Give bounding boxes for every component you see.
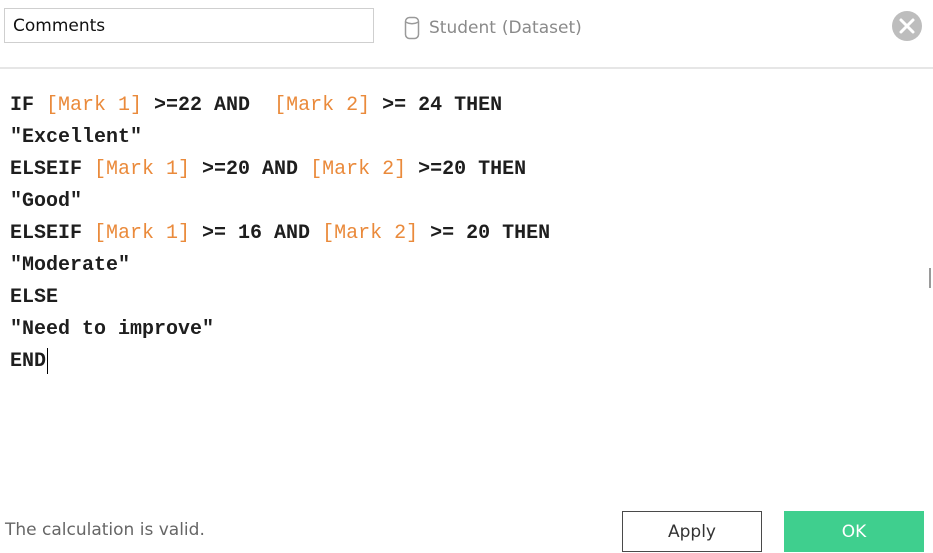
formula-text: >= 24 THEN [370, 94, 503, 117]
formula-line[interactable]: "Need to improve" [10, 314, 910, 346]
formula-text: >=20 AND [190, 158, 311, 181]
close-icon[interactable] [891, 10, 923, 42]
field-reference: [Mark 1] [46, 94, 143, 117]
formula-text: ELSEIF [10, 222, 95, 245]
datasource-label: Student (Dataset) [404, 14, 582, 42]
formula-text: "Need to improve" [10, 318, 215, 341]
formula-text: >= 16 AND [190, 222, 323, 245]
field-reference: [Mark 2] [310, 158, 407, 181]
close-button[interactable] [891, 10, 923, 42]
database-icon [404, 16, 420, 40]
scrollbar-indicator[interactable] [929, 268, 931, 288]
formula-text: >=22 AND [142, 94, 275, 117]
formula-line[interactable]: IF [Mark 1] >=22 AND [Mark 2] >= 24 THEN [10, 90, 910, 122]
formula-text: "Moderate" [10, 254, 131, 277]
formula-text: IF [10, 94, 47, 117]
datasource-qualifier: (Dataset) [501, 18, 582, 38]
formula-line[interactable]: ELSEIF [Mark 1] >=20 AND [Mark 2] >=20 T… [10, 154, 910, 186]
text-caret [47, 347, 49, 374]
field-reference: [Mark 2] [274, 94, 371, 117]
datasource-name: Student [429, 18, 496, 38]
apply-button[interactable]: Apply [622, 511, 762, 552]
ok-button[interactable]: OK [784, 511, 924, 552]
field-reference: [Mark 2] [322, 222, 419, 245]
formula-line[interactable]: ELSEIF [Mark 1] >= 16 AND [Mark 2] >= 20… [10, 218, 910, 250]
formula-line[interactable]: "Good" [10, 186, 910, 218]
formula-line[interactable]: "Excellent" [10, 122, 910, 154]
formula-text: ELSE [10, 286, 59, 309]
validation-status: The calculation is valid. [5, 520, 205, 540]
formula-editor[interactable]: IF [Mark 1] >=22 AND [Mark 2] >= 24 THEN… [10, 90, 910, 390]
formula-line[interactable]: ELSE [10, 282, 910, 314]
formula-text: >= 20 THEN [418, 222, 551, 245]
formula-text: "Good" [10, 190, 83, 213]
calculation-name-input[interactable] [4, 8, 374, 43]
formula-text: "Excellent" [10, 126, 143, 149]
formula-line[interactable]: "Moderate" [10, 250, 910, 282]
field-reference: [Mark 1] [94, 222, 191, 245]
formula-text: END [10, 350, 47, 373]
header-divider [0, 67, 933, 69]
formula-line[interactable]: END [10, 346, 910, 378]
field-reference: [Mark 1] [94, 158, 191, 181]
formula-text: ELSEIF [10, 158, 95, 181]
formula-text: >=20 THEN [406, 158, 527, 181]
